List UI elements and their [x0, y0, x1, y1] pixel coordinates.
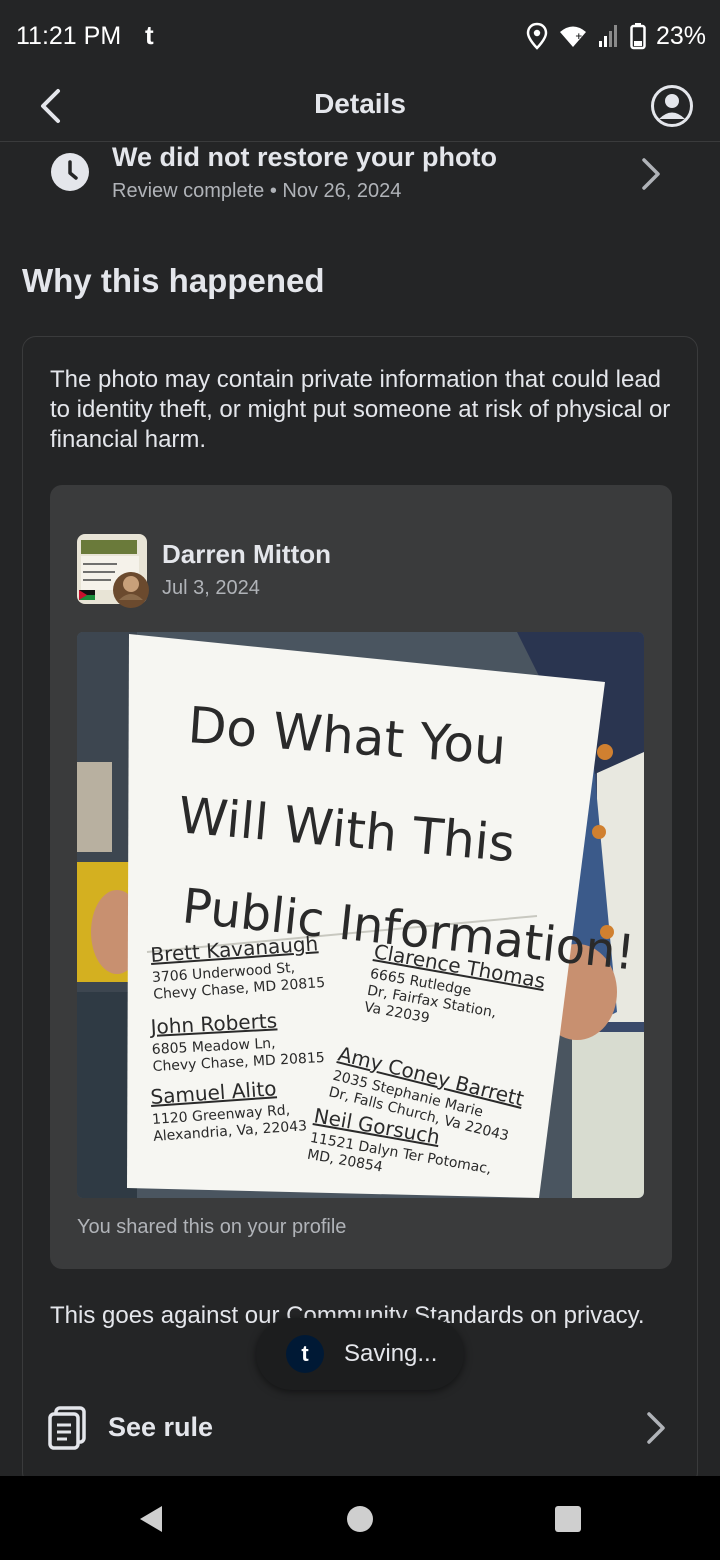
nav-home-icon[interactable] — [343, 1502, 377, 1536]
profile-button[interactable] — [648, 82, 696, 130]
location-icon — [526, 22, 548, 50]
toast-message: Saving... — [344, 1340, 438, 1367]
reported-post: Darren Mitton Jul 3, 2024 Do What You Wil… — [50, 485, 672, 1269]
nav-recents-icon[interactable] — [551, 1502, 585, 1536]
shared-note: You shared this on your profile — [77, 1216, 347, 1238]
status-time: 11:21 PM — [16, 22, 122, 50]
status-bar: 11:21 PM t + 23% — [0, 0, 720, 72]
post-photo: Do What YouWill With ThisPublic Informat… — [77, 632, 644, 1198]
rulebook-icon — [48, 1406, 86, 1450]
battery-percent: 23% — [655, 21, 706, 50]
signal-icon — [598, 25, 617, 47]
section-heading: Why this happened — [22, 262, 325, 299]
system-nav-bar — [0, 1476, 720, 1560]
page-title: Details — [314, 88, 406, 119]
post-author: Darren Mitton — [162, 539, 331, 569]
explanation-text: The photo may contain private informatio… — [50, 366, 671, 453]
app-header: Details — [0, 72, 720, 142]
status-subline: Review complete • Nov 26, 2024 — [112, 180, 402, 202]
battery-icon — [630, 23, 646, 50]
saving-toast: t Saving... — [256, 1318, 464, 1390]
chevron-right-icon — [642, 158, 660, 190]
tumblr-notification-icon: t — [145, 20, 154, 50]
status-icons: + 23% — [526, 20, 706, 52]
explanation-card: The photo may contain private informatio… — [22, 336, 698, 1486]
profile-avatar-icon — [651, 85, 693, 127]
chevron-right-icon — [647, 1412, 665, 1444]
see-rule-button[interactable]: See rule — [23, 1392, 699, 1462]
post-date: Jul 3, 2024 — [162, 577, 260, 599]
nav-back-icon[interactable] — [134, 1502, 168, 1536]
author-avatar — [77, 534, 149, 608]
tumblr-icon: t — [286, 1335, 324, 1373]
svg-text:+: + — [575, 32, 583, 42]
clock-icon — [51, 153, 89, 191]
see-rule-label: See rule — [108, 1412, 214, 1442]
status-headline: We did not restore your photo — [112, 142, 498, 172]
review-status-row[interactable]: We did not restore your photo Review com… — [0, 142, 720, 212]
wifi-icon: + — [559, 26, 586, 47]
